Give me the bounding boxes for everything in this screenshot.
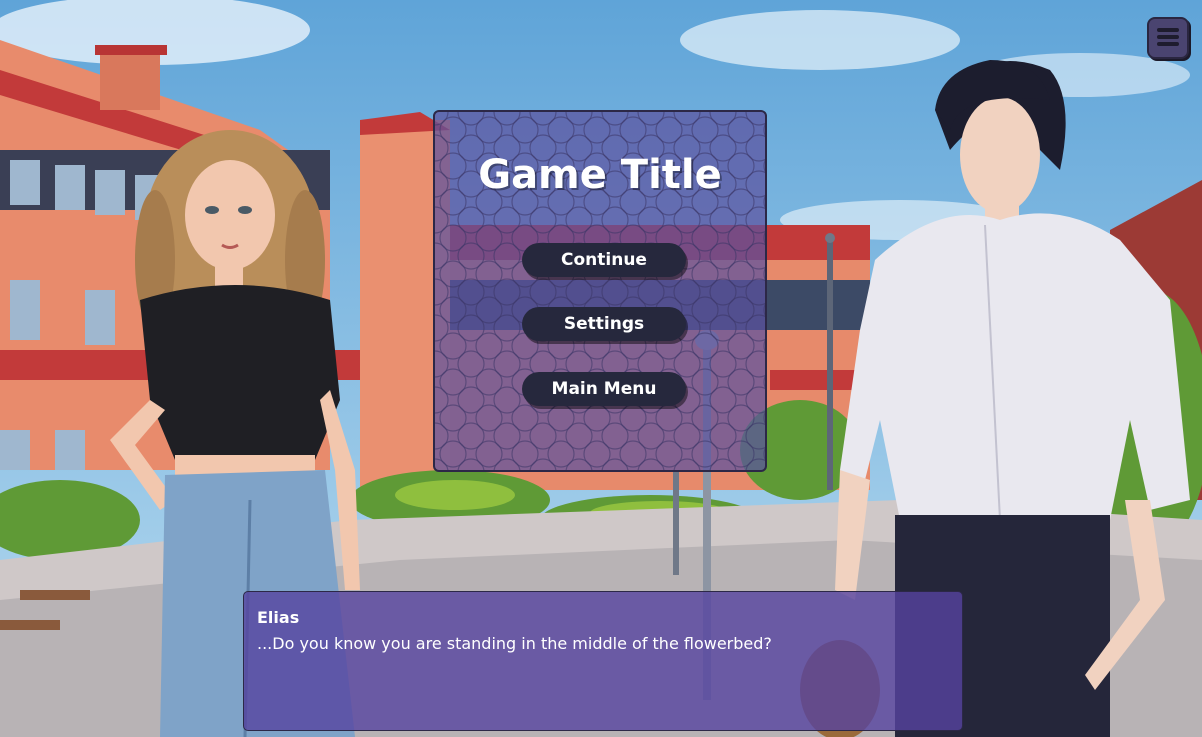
pause-menu-panel: Game Title Continue Settings Main Menu [433, 110, 767, 472]
settings-button[interactable]: Settings [522, 307, 686, 341]
speaker-name: Elias [257, 608, 300, 627]
continue-button[interactable]: Continue [522, 243, 686, 277]
hamburger-line [1157, 35, 1179, 39]
hamburger-line [1157, 42, 1179, 46]
hamburger-menu-icon [1157, 28, 1179, 32]
main-menu-button[interactable]: Main Menu [522, 372, 686, 406]
dialogue-box[interactable]: Elias ...Do you know you are standing in… [243, 591, 963, 731]
dialogue-text: ...Do you know you are standing in the m… [257, 634, 772, 653]
hamburger-menu-button[interactable] [1147, 17, 1189, 59]
game-title: Game Title [478, 152, 722, 198]
